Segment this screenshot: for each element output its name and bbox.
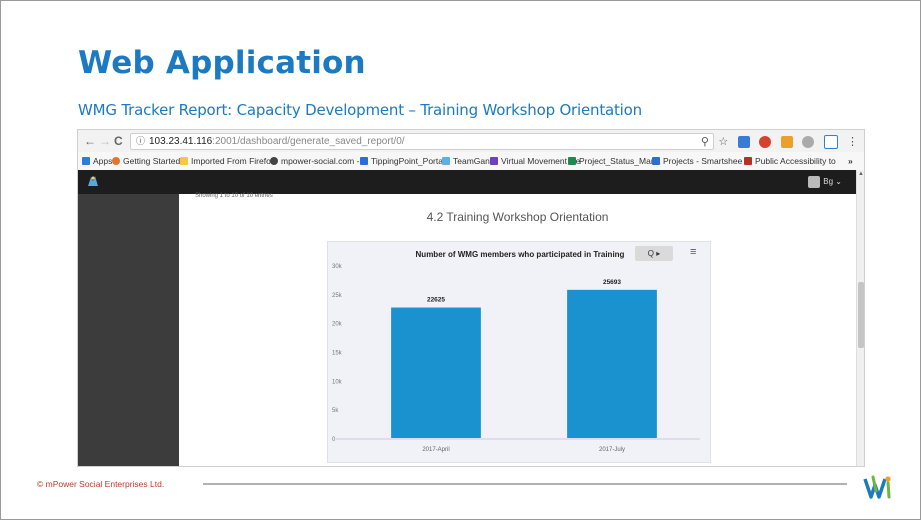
footer-rule — [203, 483, 847, 485]
footer-text: © mPower Social Enterprises Ltd. — [37, 479, 165, 489]
presentation-slide: Web Application WMG Tracker Report: Capa… — [0, 0, 921, 520]
mpower-logo-icon — [863, 475, 891, 499]
